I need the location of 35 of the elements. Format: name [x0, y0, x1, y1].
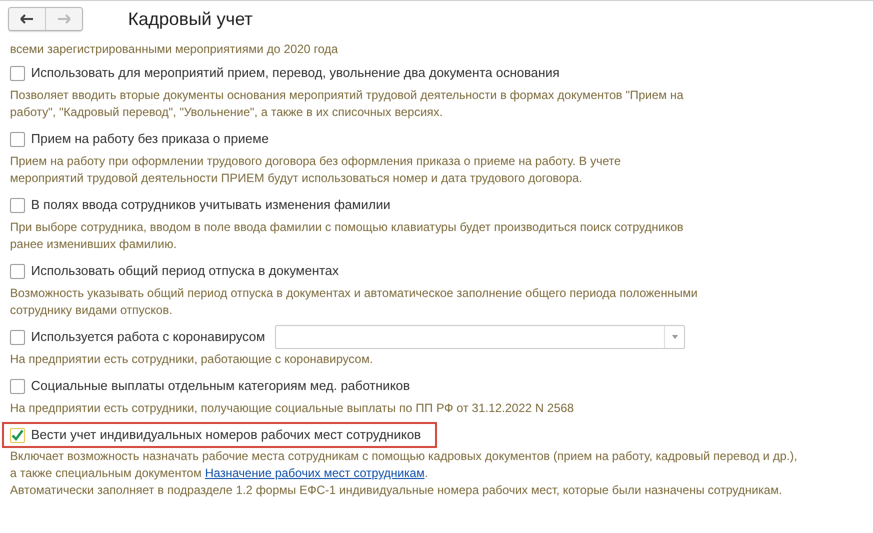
- option-label[interactable]: Используется работа с коронавирусом: [31, 327, 266, 347]
- option-label[interactable]: Социальные выплаты отдельным категориям мед. работников: [31, 376, 410, 396]
- description-text: На предприятии есть сотрудники, работающие с коронавирусом.: [10, 351, 373, 368]
- option-label[interactable]: Прием на работу без приказа о приеме: [31, 129, 269, 149]
- description-text: Включает возможность назначать рабочие места сотрудникам с помощью кадровых документов (прием на работу, кадровый перевод и др.),: [10, 448, 798, 465]
- option-label[interactable]: Вести учет индивидуальных номеров рабочих мест сотрудников: [31, 425, 421, 445]
- right-arrow-icon: [57, 14, 71, 24]
- description-text: ранее изменивших фамилию.: [10, 236, 177, 253]
- option-label[interactable]: В полях ввода сотрудников учитывать изменения фамилии: [31, 195, 390, 215]
- description-text: работу", "Кадровый перевод", "Увольнение", а также в их списочных версиях.: [10, 104, 443, 121]
- option-label[interactable]: Использовать общий период отпуска в документах: [31, 261, 339, 281]
- dropdown-arrow-icon: [672, 335, 678, 339]
- checkbox[interactable]: [10, 66, 25, 80]
- description-text: При выборе сотрудника, вводом в поле ввода фамилии с помощью клавиатуры будет производиться поиск сотрудников: [10, 219, 684, 236]
- description-text: сотруднику видами отпусков.: [10, 302, 172, 319]
- description-text: а также специальным документом Назначение рабочих мест сотрудникам.: [10, 465, 428, 482]
- dropdown-field[interactable]: [275, 325, 686, 349]
- document-link[interactable]: Назначение рабочих мест сотрудникам: [204, 466, 425, 480]
- option-label[interactable]: Использовать для мероприятий прием, перевод, увольнение два документа основания: [31, 63, 560, 83]
- checkbox[interactable]: [10, 330, 25, 344]
- check-icon: [11, 429, 24, 441]
- checkbox[interactable]: [10, 264, 25, 278]
- description-text: мероприятий трудовой деятельности ПРИЕМ будут использоваться номер и дата трудового договора.: [10, 170, 582, 187]
- description-text: всеми зарегистрированными мероприятиями до 2020 года: [10, 41, 338, 57]
- description-text: Позволяет вводить вторые документы основания мероприятий трудовой деятельности в формах документов "Прием на: [10, 87, 684, 104]
- description-text: Возможность указывать общий период отпуска в документах и автоматическое заполнение общего периода положенными: [10, 285, 698, 302]
- checkbox[interactable]: [10, 198, 25, 212]
- left-arrow-icon: [20, 14, 34, 24]
- description-text: На предприятии есть сотрудники, получающие социальные выплаты по ПП РФ от 31.12.2022 N 2568: [10, 400, 574, 417]
- checkbox[interactable]: [10, 428, 25, 442]
- page-title: Кадровый учет: [128, 8, 253, 31]
- checkbox[interactable]: [10, 378, 25, 394]
- description-text: Автоматически заполняет в подразделе 1.2 формы ЕФС-1 индивидуальные номера рабочих мест, которые были назначены сотрудникам.: [10, 482, 782, 499]
- description-text: Прием на работу при оформлении трудового договора без оформления приказа о приеме на работу. В учете: [10, 153, 621, 170]
- checkbox[interactable]: [10, 132, 25, 146]
